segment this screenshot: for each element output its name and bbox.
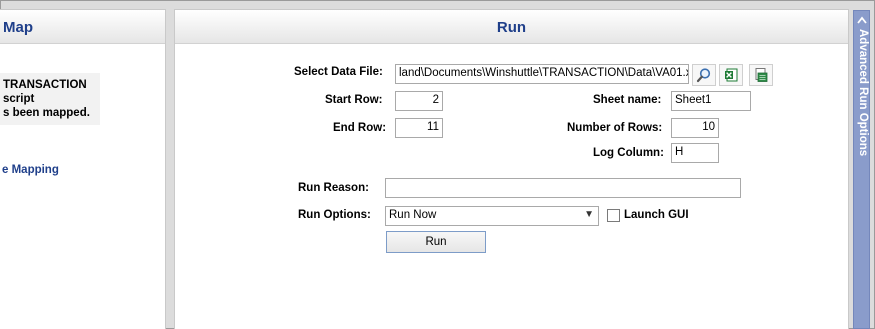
data-file-path-field[interactable]: land\Documents\Winshuttle\TRANSACTION\Da… xyxy=(395,64,689,84)
run-options-selected: Run Now xyxy=(389,209,437,221)
open-excel-button[interactable] xyxy=(719,64,743,86)
run-reason-input[interactable] xyxy=(385,178,741,198)
launch-gui-label: Launch GUI xyxy=(624,209,689,221)
mapping-note-line1: TRANSACTION script xyxy=(3,79,87,105)
chevron-up-icon xyxy=(857,16,867,24)
chevron-down-icon: ▼ xyxy=(584,209,594,220)
mapping-note-line2: s been mapped. xyxy=(3,107,90,119)
start-row-input[interactable]: 2 xyxy=(395,91,443,111)
map-panel: Map TRANSACTION script s been mapped. e … xyxy=(0,9,166,329)
number-of-rows-label: Number of Rows: xyxy=(567,122,663,134)
sheet-name-label: Sheet name: xyxy=(593,94,662,106)
run-options-label: Run Options: xyxy=(298,209,371,221)
run-options-select[interactable]: Run Now ▼ xyxy=(385,206,599,226)
select-data-file-label: Select Data File: xyxy=(294,66,383,78)
mapping-link[interactable]: e Mapping xyxy=(2,164,59,176)
search-icon xyxy=(696,68,711,83)
save-excel-button[interactable] xyxy=(749,64,773,86)
excel-save-icon xyxy=(755,68,768,82)
run-panel-header: Run xyxy=(175,10,848,44)
mapping-status-note: TRANSACTION script s been mapped. xyxy=(0,73,100,125)
run-button[interactable]: Run xyxy=(386,231,486,253)
sheet-name-input[interactable]: Sheet1 xyxy=(671,91,751,111)
advanced-run-options-label: Advanced Run Options xyxy=(857,29,869,157)
browse-file-button[interactable] xyxy=(692,64,716,86)
run-panel: Run Select Data File: land\Documents\Win… xyxy=(174,9,849,329)
log-column-label: Log Column: xyxy=(593,147,664,159)
run-reason-label: Run Reason: xyxy=(298,182,369,194)
end-row-input[interactable]: 11 xyxy=(395,118,443,138)
number-of-rows-input[interactable]: 10 xyxy=(671,118,719,138)
end-row-label: End Row: xyxy=(333,122,387,134)
run-panel-title: Run xyxy=(496,19,527,36)
excel-icon xyxy=(725,68,738,82)
log-column-input[interactable]: H xyxy=(671,143,719,163)
map-panel-title: Map xyxy=(3,19,33,36)
advanced-run-options-tab[interactable]: Advanced Run Options xyxy=(853,10,870,329)
start-row-label: Start Row: xyxy=(325,94,383,106)
launch-gui-checkbox[interactable] xyxy=(607,209,620,222)
